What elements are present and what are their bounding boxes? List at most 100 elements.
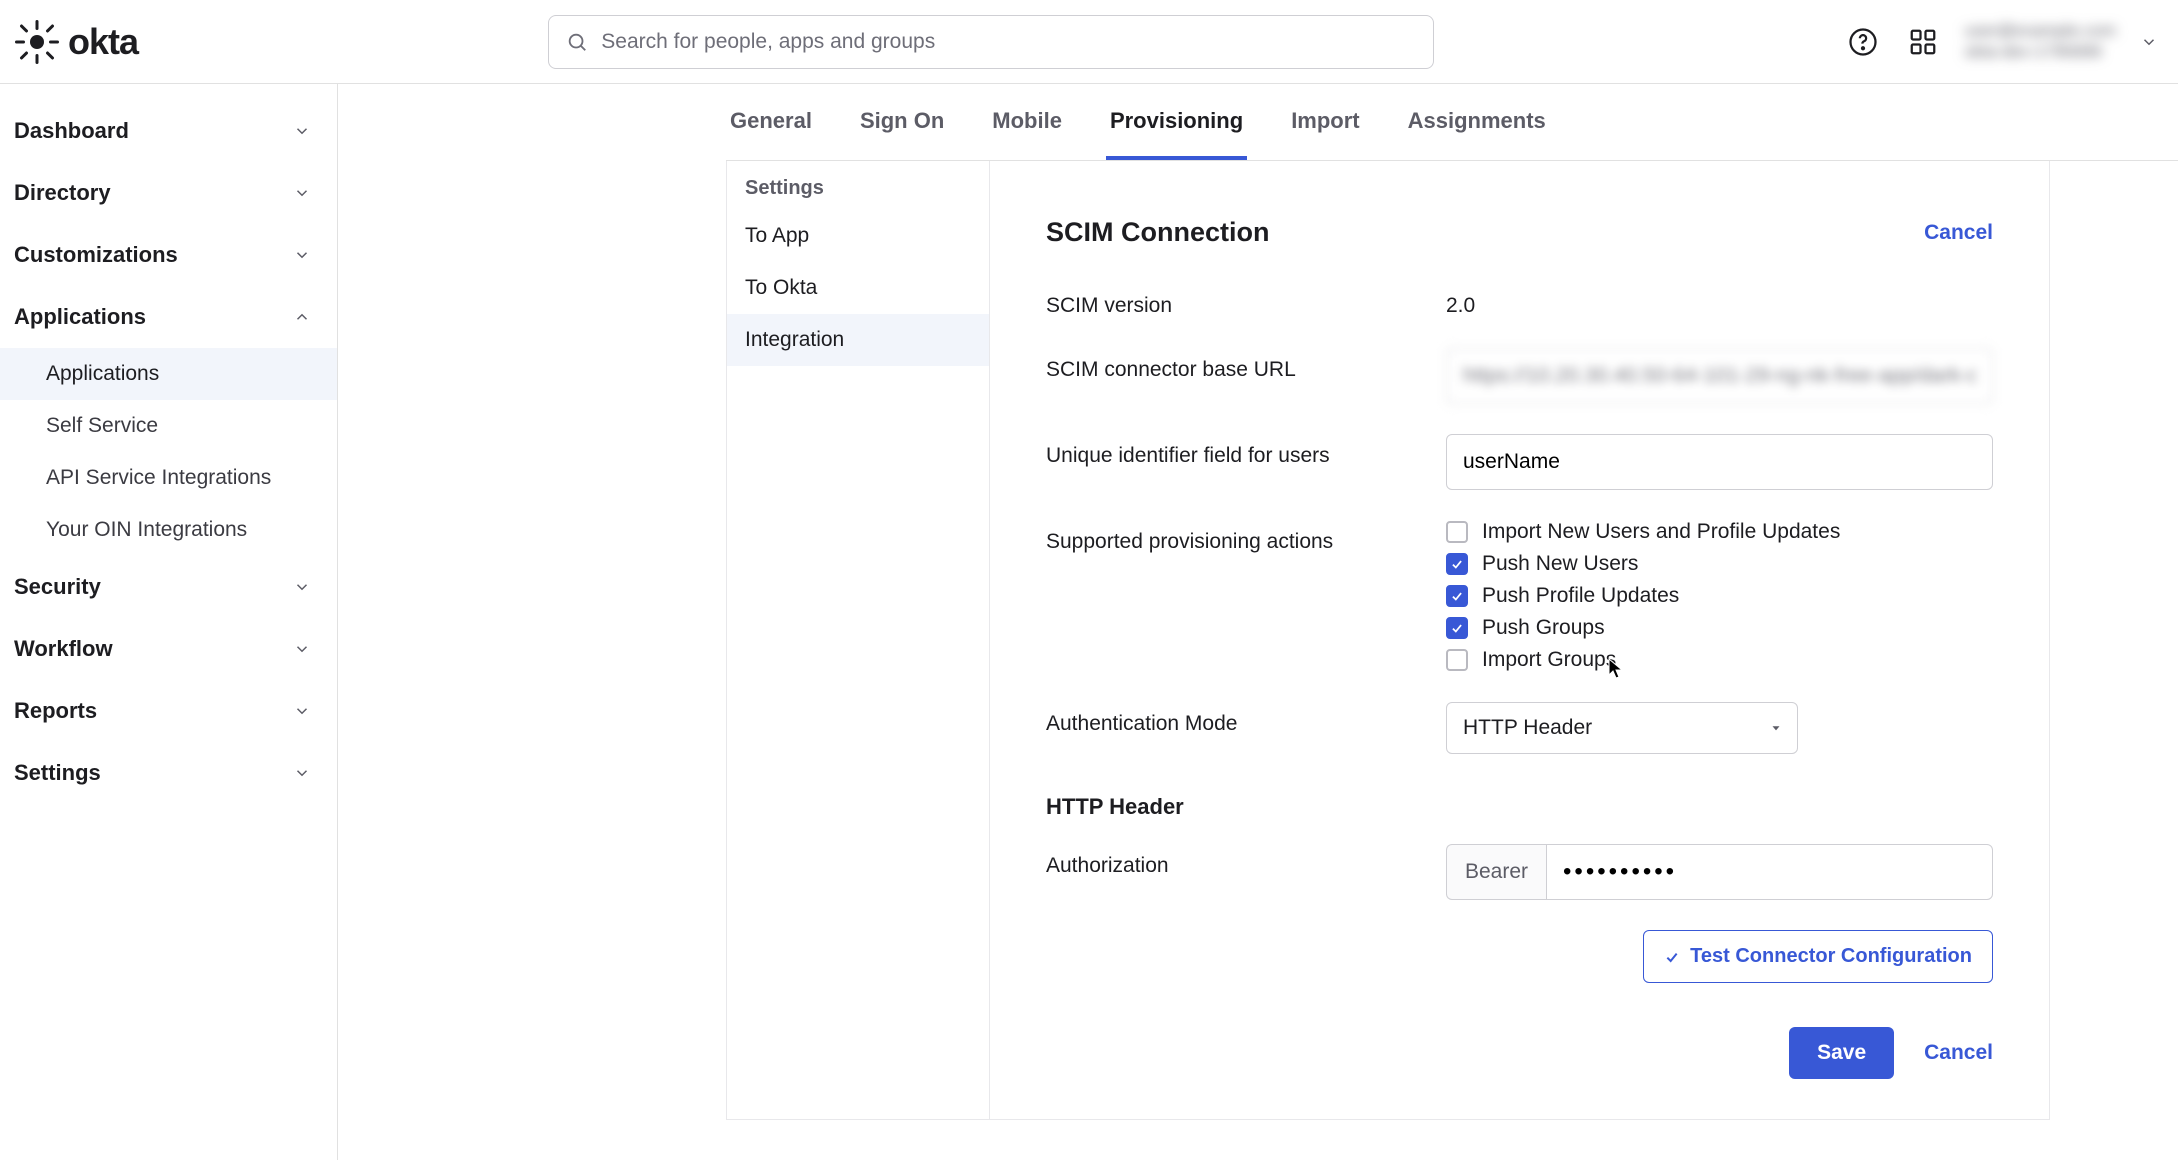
settings-panel: Settings To App To Okta Integration (726, 161, 990, 1120)
row-base-url: SCIM connector base URL (1046, 348, 1993, 404)
nav-section-customizations[interactable]: Customizations (0, 224, 337, 286)
checkbox-label: Import Groups (1482, 648, 1616, 672)
settings-item-label: To Okta (745, 276, 817, 299)
app-tabs: General Sign On Mobile Provisioning Impo… (726, 84, 2178, 161)
actions-checklist: Import New Users and Profile Updates Pus… (1446, 520, 1993, 672)
nav-sub-api-service-integrations[interactable]: API Service Integrations (0, 452, 337, 504)
button-label: Save (1817, 1041, 1866, 1064)
uid-label: Unique identifier field for users (1046, 434, 1446, 468)
save-button[interactable]: Save (1789, 1027, 1894, 1079)
cancel-link-top[interactable]: Cancel (1924, 221, 1993, 245)
nav-section-security[interactable]: Security (0, 556, 337, 618)
chevron-down-icon[interactable] (2140, 33, 2158, 51)
checkbox-icon (1446, 617, 1468, 639)
tab-label: General (730, 108, 812, 133)
nav-label: Customizations (14, 242, 178, 268)
nav-section-directory[interactable]: Directory (0, 162, 337, 224)
checkbox-icon (1446, 521, 1468, 543)
nav-section-dashboard[interactable]: Dashboard (0, 100, 337, 162)
chevron-down-icon (293, 764, 311, 782)
base-url-label: SCIM connector base URL (1046, 348, 1446, 382)
settings-item-label: To App (745, 224, 809, 247)
layout: Dashboard Directory Customizations Appli… (0, 84, 2178, 1160)
auth-mode-select[interactable]: HTTP Header (1446, 702, 1798, 754)
bearer-prefix: Bearer (1446, 844, 1546, 900)
settings-item-integration[interactable]: Integration (727, 314, 989, 366)
checkbox-label: Push Groups (1482, 616, 1605, 640)
tab-general[interactable]: General (726, 84, 816, 160)
nav-label: Directory (14, 180, 111, 206)
chevron-down-icon (293, 578, 311, 596)
header-right: user@example.com okta-dev-1795899 (1845, 21, 2158, 62)
caret-down-icon (1769, 721, 1783, 735)
chevron-down-icon (293, 702, 311, 720)
select-value: HTTP Header (1463, 716, 1592, 740)
tab-label: Mobile (992, 108, 1062, 133)
settings-item-to-app[interactable]: To App (727, 210, 989, 262)
checkbox-import-groups[interactable]: Import Groups (1446, 648, 1993, 672)
tab-import[interactable]: Import (1287, 84, 1363, 160)
row-uid: Unique identifier field for users (1046, 434, 1993, 490)
user-menu[interactable]: user@example.com okta-dev-1795899 (1965, 21, 2116, 62)
nav-section-settings[interactable]: Settings (0, 742, 337, 804)
bearer-token-input[interactable] (1546, 844, 1993, 900)
nav-label: Applications (14, 304, 146, 330)
global-search (548, 15, 1434, 69)
settings-item-label: Integration (745, 328, 844, 351)
content-row: Settings To App To Okta Integration SCIM… (726, 161, 2178, 1120)
checkbox-import-new-users[interactable]: Import New Users and Profile Updates (1446, 520, 1993, 544)
tab-provisioning[interactable]: Provisioning (1106, 84, 1247, 160)
row-actions: Supported provisioning actions Import Ne… (1046, 520, 1993, 672)
nav-section-applications[interactable]: Applications (0, 286, 337, 348)
nav-section-workflow[interactable]: Workflow (0, 618, 337, 680)
cancel-link-bottom[interactable]: Cancel (1924, 1041, 1993, 1065)
uid-input[interactable] (1446, 434, 1993, 490)
base-url-input[interactable] (1446, 348, 1993, 404)
scim-connection-card: SCIM Connection Cancel SCIM version 2.0 … (990, 161, 2050, 1120)
nav-sub-self-service[interactable]: Self Service (0, 400, 337, 452)
auth-mode-label: Authentication Mode (1046, 702, 1446, 736)
row-scim-version: SCIM version 2.0 (1046, 284, 1993, 318)
scim-version-value: 2.0 (1446, 284, 1993, 318)
nav-sub-your-oin-integrations[interactable]: Your OIN Integrations (0, 504, 337, 556)
nav-sub-label: API Service Integrations (46, 466, 271, 489)
brand-logo[interactable]: okta (14, 19, 138, 65)
settings-panel-title: Settings (727, 161, 989, 210)
checkbox-push-new-users[interactable]: Push New Users (1446, 552, 1993, 576)
chevron-down-icon (293, 246, 311, 264)
help-icon[interactable] (1845, 24, 1881, 60)
button-label: Test Connector Configuration (1690, 945, 1972, 968)
user-email: user@example.com (1965, 21, 2116, 41)
nav-label: Security (14, 574, 101, 600)
settings-item-to-okta[interactable]: To Okta (727, 262, 989, 314)
tab-sign-on[interactable]: Sign On (856, 84, 948, 160)
nav-label: Reports (14, 698, 97, 724)
tab-label: Import (1291, 108, 1359, 133)
scim-version-label: SCIM version (1046, 284, 1446, 318)
chevron-down-icon (293, 184, 311, 202)
app-launcher-icon[interactable] (1905, 24, 1941, 60)
tab-assignments[interactable]: Assignments (1404, 84, 1550, 160)
card-title: SCIM Connection (1046, 217, 1270, 248)
tab-label: Assignments (1408, 108, 1546, 133)
checkbox-icon (1446, 553, 1468, 575)
checkbox-label: Push New Users (1482, 552, 1638, 576)
checkbox-icon (1446, 649, 1468, 671)
checkbox-push-groups[interactable]: Push Groups (1446, 616, 1993, 640)
nav-sub-applications[interactable]: Applications (0, 348, 337, 400)
test-button-row: Test Connector Configuration (1046, 930, 1993, 983)
tab-label: Sign On (860, 108, 944, 133)
okta-sunburst-icon (14, 19, 60, 65)
nav-sub-label: Your OIN Integrations (46, 518, 247, 541)
nav-label: Workflow (14, 636, 113, 662)
search-input[interactable] (548, 15, 1434, 69)
row-auth-mode: Authentication Mode HTTP Header (1046, 702, 1993, 754)
tab-mobile[interactable]: Mobile (988, 84, 1066, 160)
chevron-down-icon (293, 640, 311, 658)
test-connector-button[interactable]: Test Connector Configuration (1643, 930, 1993, 983)
nav-sub-label: Self Service (46, 414, 158, 437)
authorization-label: Authorization (1046, 844, 1446, 878)
nav-section-reports[interactable]: Reports (0, 680, 337, 742)
footer-actions: Save Cancel (1046, 1027, 1993, 1079)
checkbox-push-profile-updates[interactable]: Push Profile Updates (1446, 584, 1993, 608)
